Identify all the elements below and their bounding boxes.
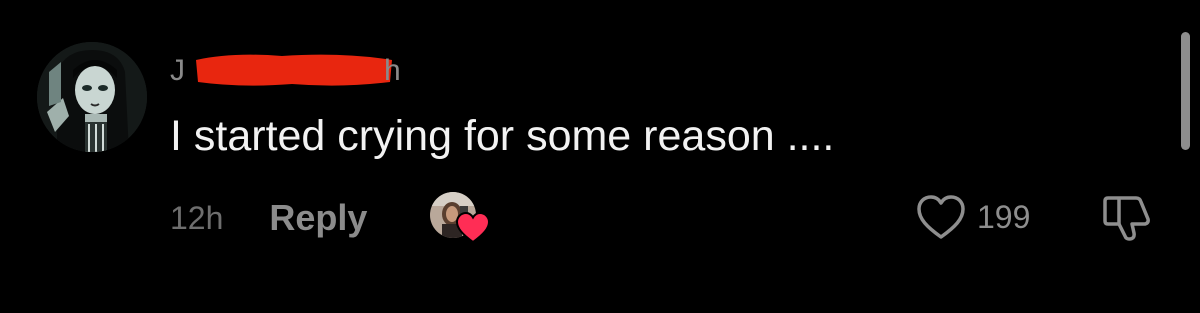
comment-text: I started crying for some reason ....	[170, 112, 835, 160]
comment-item: J h I started crying for some reason ...…	[0, 0, 1200, 313]
creator-liked-badge[interactable]	[430, 188, 494, 246]
like-group: 199	[915, 192, 1030, 242]
thumbs-down-icon[interactable]	[1100, 193, 1154, 243]
user-avatar[interactable]	[37, 42, 147, 152]
timestamp: 12h	[170, 199, 224, 236]
username-end: h	[384, 54, 402, 87]
comment-meta: 12h Reply	[170, 195, 367, 241]
username[interactable]: J h	[170, 44, 410, 94]
like-count: 199	[977, 198, 1031, 235]
reply-button[interactable]: Reply	[269, 197, 367, 239]
redaction-mark	[196, 54, 392, 86]
heart-icon	[456, 212, 490, 244]
scrollbar[interactable]	[1181, 32, 1190, 150]
username-start: J	[170, 54, 186, 87]
heart-outline-icon[interactable]	[915, 193, 967, 241]
